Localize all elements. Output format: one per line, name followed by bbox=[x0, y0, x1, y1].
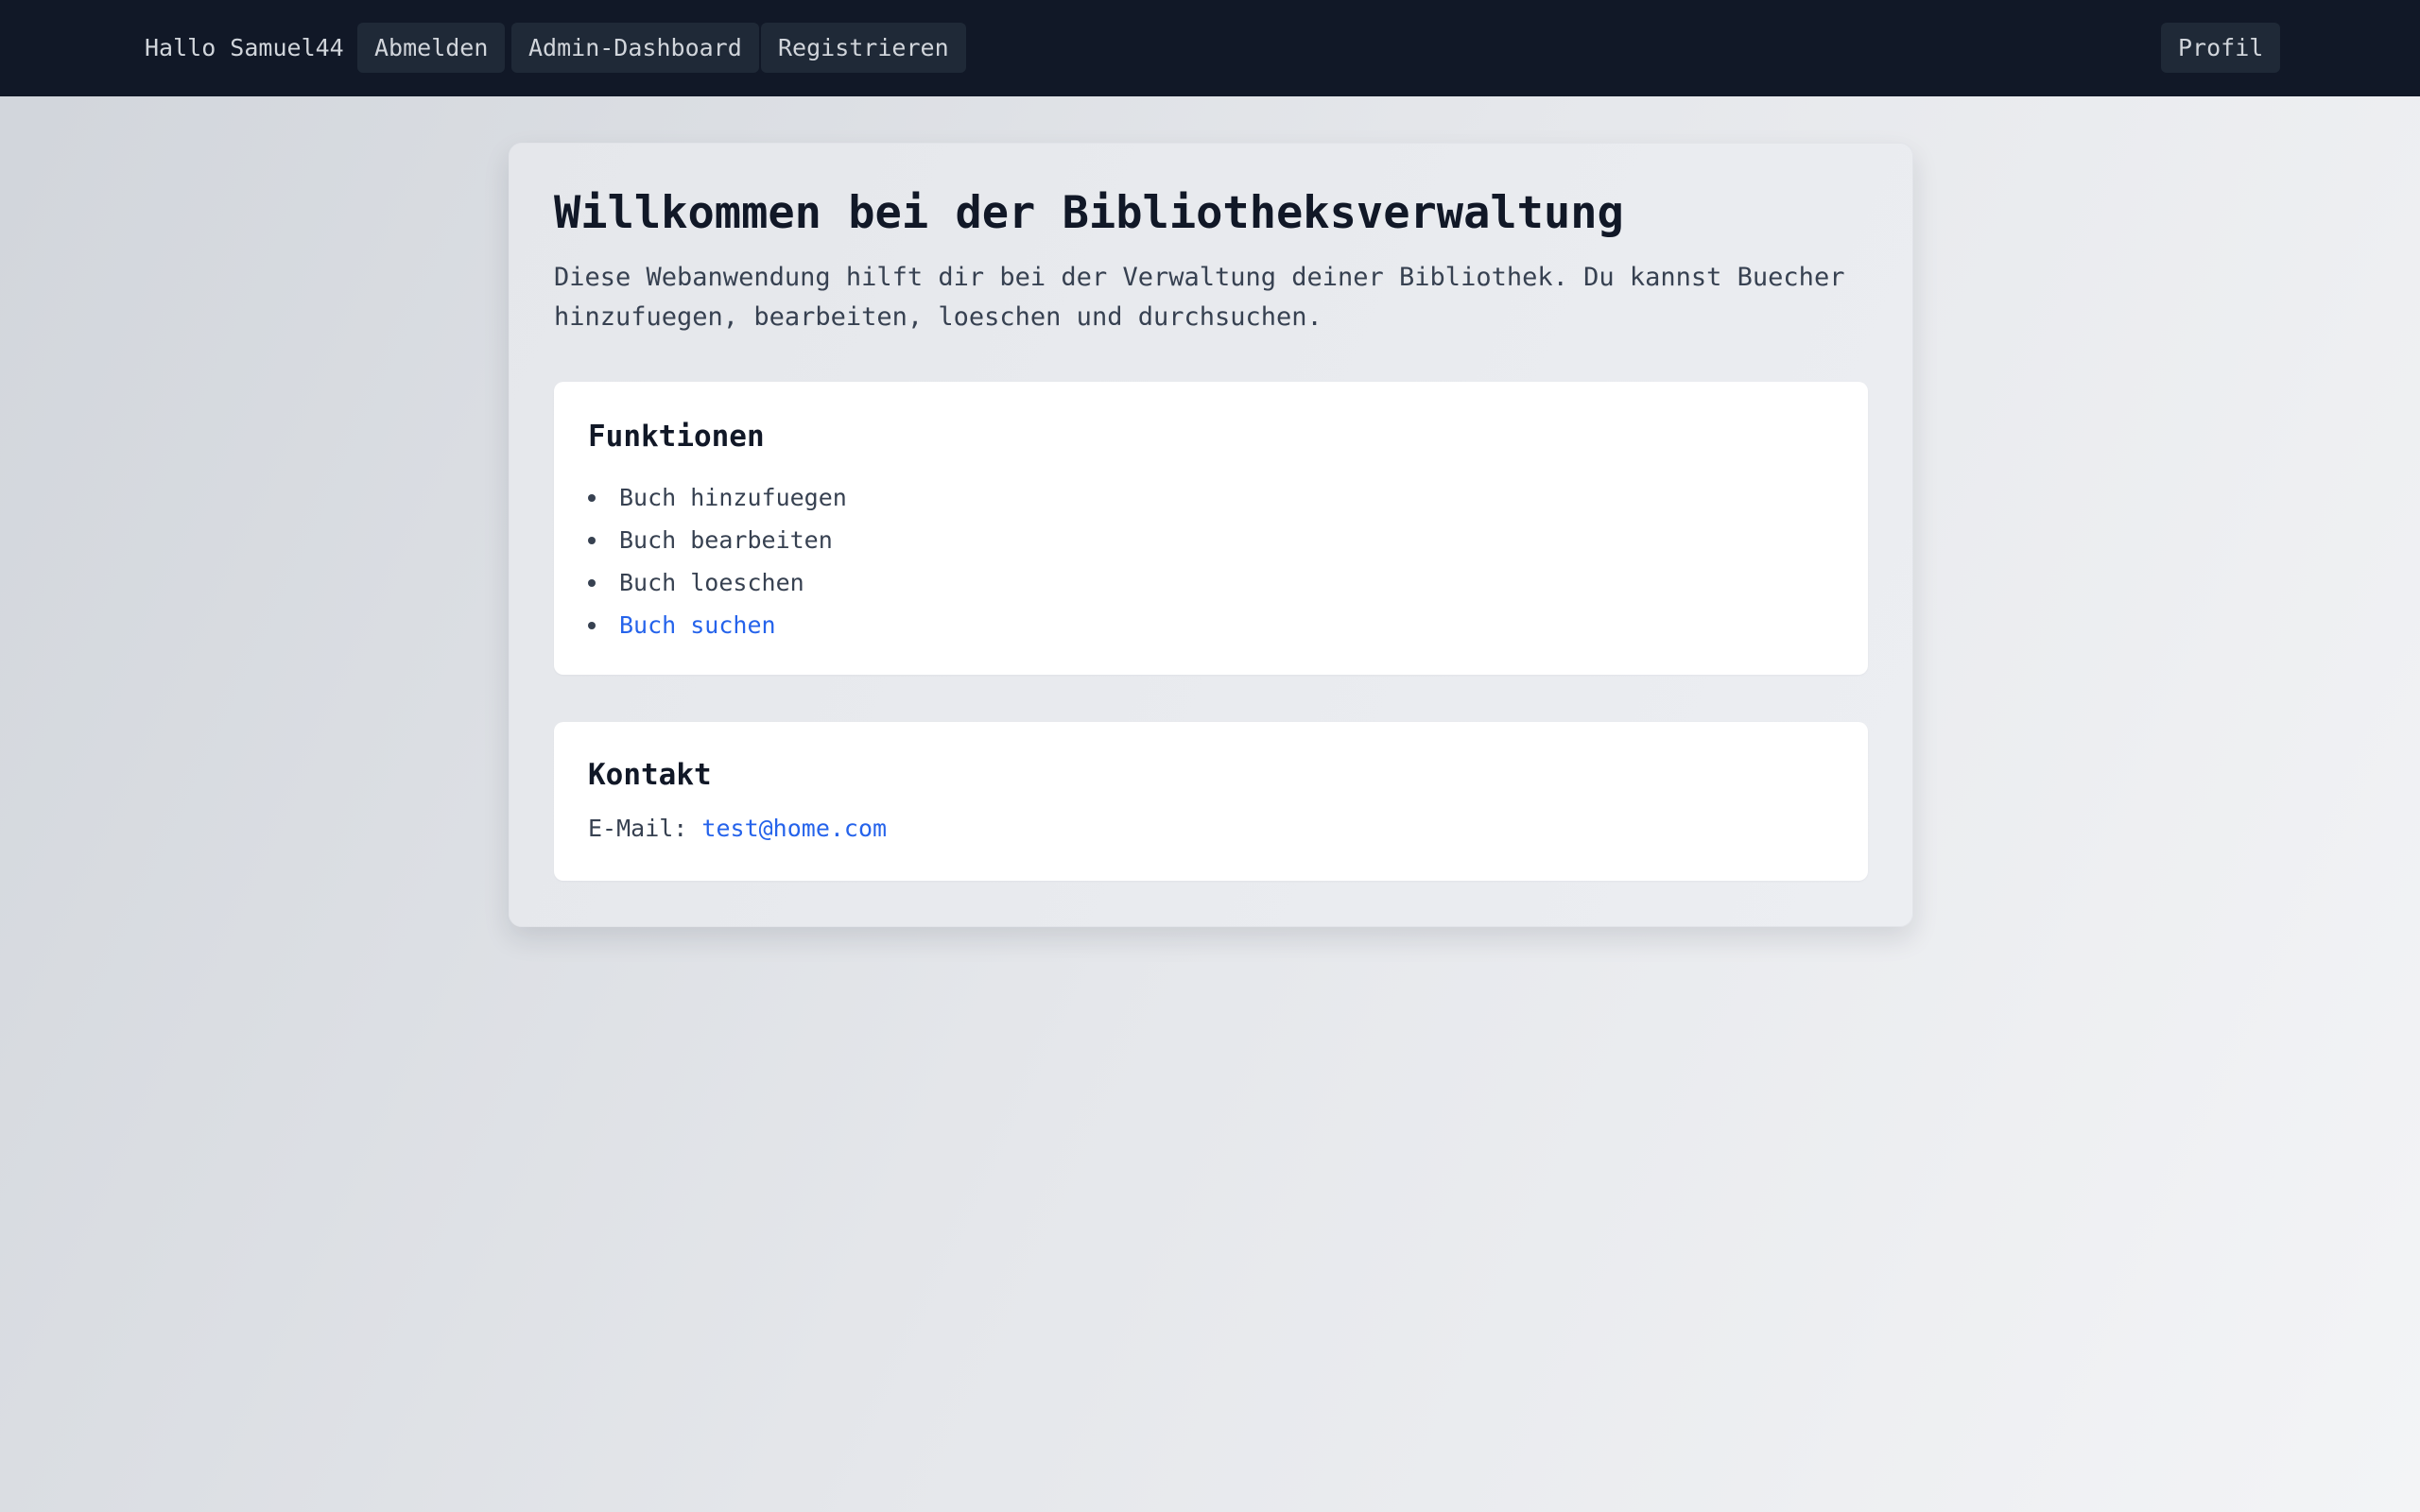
welcome-card: Willkommen bei der Bibliotheksverwaltung… bbox=[509, 143, 1913, 927]
top-navbar: Hallo Samuel44 Abmelden Admin-Dashboard … bbox=[0, 0, 2420, 96]
page-title: Willkommen bei der Bibliotheksverwaltung bbox=[554, 187, 1624, 239]
profile-button[interactable]: Profil bbox=[2161, 23, 2281, 73]
contact-email-link[interactable]: test@home.com bbox=[701, 815, 887, 842]
features-panel: Funktionen Buch hinzufuegen Buch bearbei… bbox=[554, 382, 1868, 675]
contact-heading: Kontakt bbox=[588, 758, 712, 792]
feature-item-delete-book: Buch loeschen bbox=[588, 561, 847, 604]
contact-panel: Kontakt E-Mail: test@home.com bbox=[554, 722, 1868, 881]
feature-item-add-book: Buch hinzufuegen bbox=[588, 476, 847, 519]
admin-dashboard-button[interactable]: Admin-Dashboard bbox=[511, 23, 759, 73]
feature-item-search-book: Buch suchen bbox=[588, 604, 847, 646]
bullet-icon bbox=[588, 537, 596, 544]
features-heading: Funktionen bbox=[588, 420, 765, 454]
bullet-icon bbox=[588, 579, 596, 587]
feature-label: Buch hinzufuegen bbox=[619, 484, 847, 511]
user-greeting: Hallo Samuel44 bbox=[145, 34, 344, 61]
bullet-icon bbox=[588, 622, 596, 629]
bullet-icon bbox=[588, 494, 596, 502]
logout-button[interactable]: Abmelden bbox=[357, 23, 506, 73]
feature-item-edit-book: Buch bearbeiten bbox=[588, 519, 847, 561]
search-book-link[interactable]: Buch suchen bbox=[619, 611, 776, 639]
feature-label: Buch bearbeiten bbox=[619, 526, 833, 554]
contact-line: E-Mail: test@home.com bbox=[588, 815, 887, 842]
feature-label: Buch loeschen bbox=[619, 569, 804, 596]
email-label: E-Mail: bbox=[588, 815, 688, 842]
features-list: Buch hinzufuegen Buch bearbeiten Buch lo… bbox=[588, 476, 847, 646]
intro-text: Diese Webanwendung hilft dir bei der Ver… bbox=[554, 263, 1845, 332]
register-button[interactable]: Registrieren bbox=[761, 23, 966, 73]
